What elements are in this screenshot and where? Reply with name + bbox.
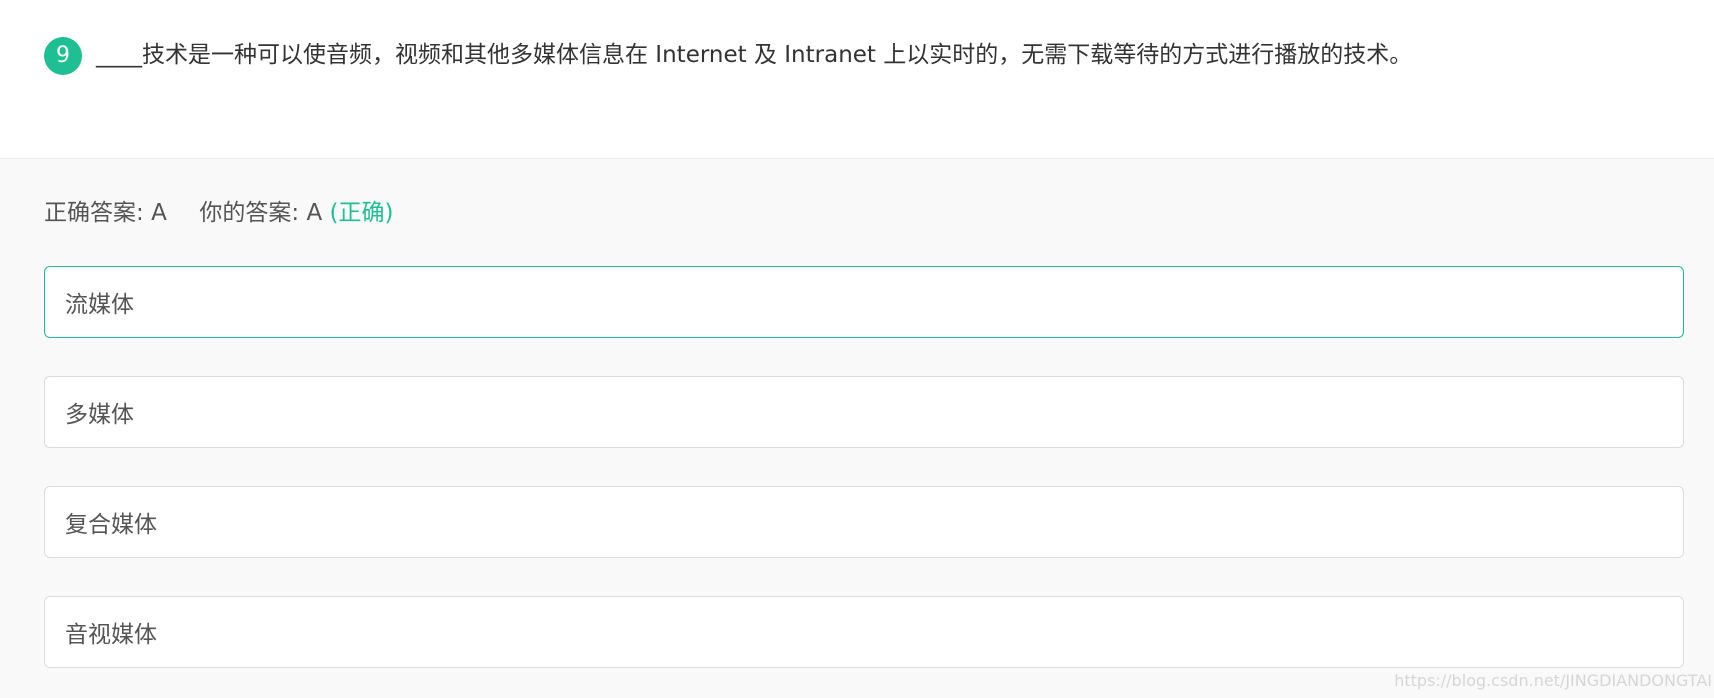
question-header: 9 ____技术是一种可以使音频，视频和其他多媒体信息在 Internet 及 … [0,0,1714,159]
option-c[interactable]: 复合媒体 [44,486,1684,558]
option-label: 多媒体 [65,402,134,428]
question-text: ____技术是一种可以使音频，视频和其他多媒体信息在 Internet 及 In… [96,42,1413,68]
option-a[interactable]: 流媒体 [44,266,1684,338]
option-b[interactable]: 多媒体 [44,376,1684,448]
your-answer-label: 你的答案: [199,200,300,226]
option-label: 音视媒体 [65,622,157,648]
question-number-badge: 9 [44,37,82,75]
answer-summary: 正确答案: A 你的答案: A (正确) [44,196,393,230]
option-label: 流媒体 [65,292,134,318]
correct-answer-label: 正确答案: [44,200,144,226]
watermark: https://blog.csdn.net/JINGDIANDONGTAI [1394,671,1712,690]
correct-answer-value: A [151,200,167,226]
option-label: 复合媒体 [65,512,157,538]
your-answer-value: A [306,200,323,226]
option-d[interactable]: 音视媒体 [44,596,1684,668]
answer-result-badge: (正确) [329,200,394,226]
